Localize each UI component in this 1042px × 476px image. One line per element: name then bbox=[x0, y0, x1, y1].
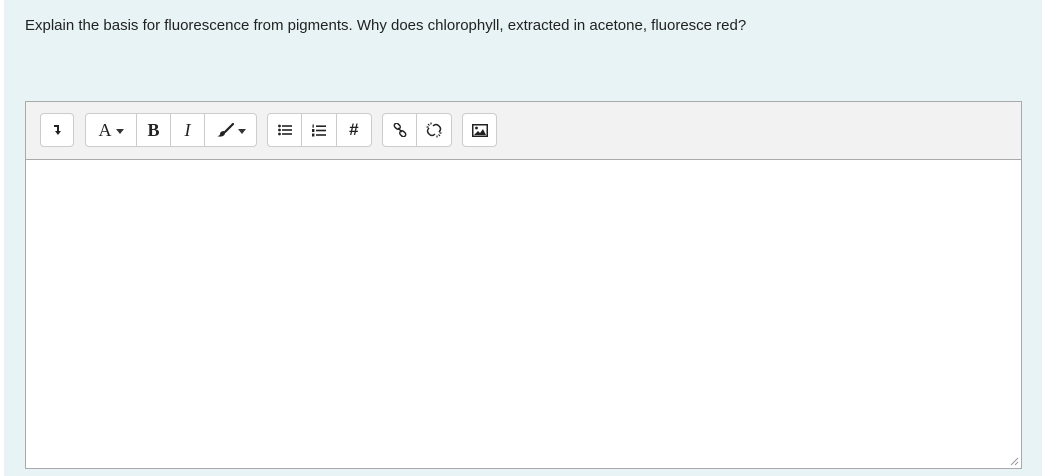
toolbar-group-format: A B I bbox=[85, 113, 257, 147]
insert-image-button[interactable] bbox=[463, 114, 496, 146]
font-style-button[interactable]: A bbox=[86, 114, 137, 146]
chevron-down-icon bbox=[115, 128, 124, 134]
toolbar-group-lists: # bbox=[267, 113, 372, 147]
toolbar-group-links bbox=[382, 113, 452, 147]
bullet-list-icon bbox=[277, 124, 292, 136]
toolbar-toggle-button[interactable] bbox=[41, 114, 73, 146]
italic-button[interactable]: I bbox=[171, 114, 205, 146]
hash-button[interactable]: # bbox=[337, 114, 371, 146]
toolbar-group-media bbox=[462, 113, 497, 147]
unlink-icon bbox=[426, 122, 442, 138]
font-style-label: A bbox=[98, 120, 112, 140]
text-editor: A B I # bbox=[25, 101, 1022, 469]
question-panel: Explain the basis for fluorescence from … bbox=[4, 0, 1042, 476]
unlink-button[interactable] bbox=[417, 114, 451, 146]
unordered-list-button[interactable] bbox=[268, 114, 303, 146]
resize-handle-icon[interactable] bbox=[1009, 456, 1019, 466]
question-text: Explain the basis for fluorescence from … bbox=[25, 17, 747, 34]
numbered-list-icon bbox=[312, 124, 327, 136]
hash-label: # bbox=[349, 120, 359, 139]
toolbar-group-toggle bbox=[40, 113, 74, 147]
editor-content-area[interactable] bbox=[26, 160, 1021, 468]
link-icon bbox=[393, 123, 406, 137]
italic-label: I bbox=[184, 120, 191, 140]
image-icon bbox=[471, 123, 488, 137]
paintbrush-icon bbox=[216, 123, 234, 137]
bold-label: B bbox=[147, 120, 160, 140]
style-button[interactable] bbox=[205, 114, 256, 146]
chevron-down-icon bbox=[237, 128, 246, 134]
link-button[interactable] bbox=[383, 114, 418, 146]
bold-button[interactable]: B bbox=[137, 114, 171, 146]
editor-toolbar: A B I # bbox=[26, 102, 1021, 160]
arrow-down-icon bbox=[54, 125, 61, 135]
ordered-list-button[interactable] bbox=[302, 114, 337, 146]
